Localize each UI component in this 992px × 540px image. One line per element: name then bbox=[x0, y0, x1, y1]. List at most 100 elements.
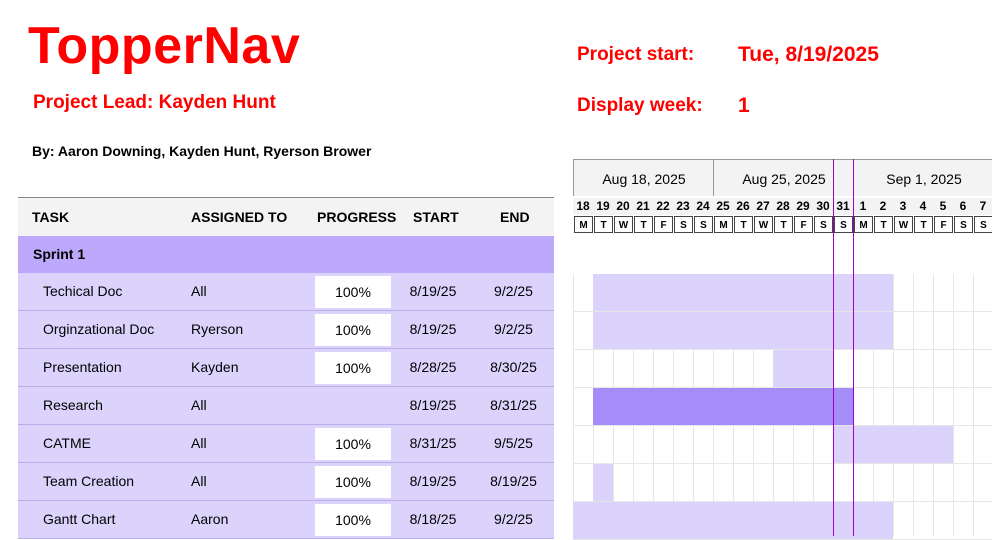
task-start[interactable]: 8/31/25 bbox=[393, 425, 473, 462]
task-progress[interactable]: 100% bbox=[315, 428, 391, 460]
app-title: TopperNav bbox=[28, 17, 301, 75]
day-letter: W bbox=[754, 216, 773, 233]
day-number: 27 bbox=[753, 198, 773, 215]
task-start[interactable]: 8/19/25 bbox=[393, 463, 473, 500]
task-row[interactable]: Research All 8/19/25 8/31/25 bbox=[18, 387, 554, 425]
task-end[interactable]: 9/2/25 bbox=[473, 501, 554, 538]
task-start[interactable]: 8/19/25 bbox=[393, 387, 473, 424]
task-end[interactable]: 8/19/25 bbox=[473, 463, 554, 500]
day-number: 1 bbox=[853, 198, 873, 215]
gantt-bar[interactable] bbox=[833, 426, 953, 463]
gantt-bar[interactable] bbox=[593, 464, 613, 501]
task-assigned[interactable]: Aaron bbox=[191, 501, 228, 538]
day-number: 24 bbox=[693, 198, 713, 215]
grid-column bbox=[973, 274, 974, 536]
task-assigned[interactable]: All bbox=[191, 273, 207, 310]
day-letter: M bbox=[714, 216, 733, 233]
day-number: 18 bbox=[573, 198, 593, 215]
day-letter: T bbox=[774, 216, 793, 233]
day-number: 7 bbox=[973, 198, 992, 215]
grid-column bbox=[953, 274, 954, 536]
day-number: 4 bbox=[913, 198, 933, 215]
display-week-label: Display week: bbox=[577, 95, 703, 116]
project-start-label: Project start: bbox=[577, 44, 695, 65]
task-end[interactable]: 9/2/25 bbox=[473, 311, 554, 348]
task-progress[interactable]: 100% bbox=[315, 352, 391, 384]
day-number: 26 bbox=[733, 198, 753, 215]
gantt-bar[interactable] bbox=[573, 502, 893, 539]
task-name[interactable]: Team Creation bbox=[43, 463, 134, 500]
day-letter: F bbox=[794, 216, 813, 233]
day-number: 23 bbox=[673, 198, 693, 215]
task-end[interactable]: 9/5/25 bbox=[473, 425, 554, 462]
day-letter: W bbox=[614, 216, 633, 233]
project-lead: Project Lead: Kayden Hunt bbox=[33, 92, 276, 113]
display-week-value[interactable]: 1 bbox=[738, 94, 750, 118]
task-progress[interactable]: 100% bbox=[315, 466, 391, 498]
task-progress[interactable]: 100% bbox=[315, 276, 391, 308]
task-end[interactable]: 8/30/25 bbox=[473, 349, 554, 386]
day-letter: T bbox=[874, 216, 893, 233]
project-start-value[interactable]: Tue, 8/19/2025 bbox=[738, 43, 879, 67]
day-number: 29 bbox=[793, 198, 813, 215]
gantt-chart: Aug 18, 2025 Aug 25, 2025 Sep 1, 2025 18… bbox=[573, 159, 992, 540]
day-number: 19 bbox=[593, 198, 613, 215]
task-row[interactable]: Orginzational Doc Ryerson 100% 8/19/25 9/2/2… bbox=[18, 311, 554, 349]
task-start[interactable]: 8/28/25 bbox=[393, 349, 473, 386]
day-number: 25 bbox=[713, 198, 733, 215]
authors-line: By: Aaron Downing, Kayden Hunt, Ryerson … bbox=[32, 143, 372, 159]
task-name[interactable]: Orginzational Doc bbox=[43, 311, 154, 348]
task-progress[interactable]: 100% bbox=[315, 314, 391, 346]
task-row[interactable]: Techical Doc All 100% 8/19/25 9/2/25 bbox=[18, 273, 554, 311]
task-name[interactable]: Research bbox=[43, 387, 103, 424]
day-letter: S bbox=[694, 216, 713, 233]
task-assigned[interactable]: Ryerson bbox=[191, 311, 243, 348]
task-end[interactable]: 9/2/25 bbox=[473, 273, 554, 310]
column-task: TASK bbox=[32, 209, 70, 225]
task-start[interactable]: 8/19/25 bbox=[393, 311, 473, 348]
task-end[interactable]: 8/31/25 bbox=[473, 387, 554, 424]
today-marker-line bbox=[853, 159, 854, 536]
day-letter: S bbox=[674, 216, 693, 233]
week-header: Aug 18, 2025 bbox=[573, 159, 714, 196]
day-letter: W bbox=[894, 216, 913, 233]
day-number: 28 bbox=[773, 198, 793, 215]
task-assigned[interactable]: All bbox=[191, 425, 207, 462]
task-start[interactable]: 8/19/25 bbox=[393, 273, 473, 310]
task-progress[interactable]: 100% bbox=[315, 504, 391, 536]
day-letter: S bbox=[954, 216, 973, 233]
today-marker-line bbox=[833, 159, 834, 536]
day-number: 31 bbox=[833, 198, 853, 215]
task-progress[interactable] bbox=[315, 387, 391, 424]
task-name[interactable]: CATME bbox=[43, 425, 91, 462]
task-name[interactable]: Presentation bbox=[43, 349, 122, 386]
task-row[interactable]: Presentation Kayden 100% 8/28/25 8/30/25 bbox=[18, 349, 554, 387]
gantt-bar[interactable] bbox=[773, 350, 833, 387]
sprint-group-row[interactable]: Sprint 1 bbox=[18, 236, 554, 273]
grid-column bbox=[913, 274, 914, 536]
gantt-bar[interactable] bbox=[593, 274, 893, 311]
day-letter: T bbox=[914, 216, 933, 233]
day-letter: F bbox=[654, 216, 673, 233]
sprint-label: Sprint 1 bbox=[33, 246, 86, 262]
gantt-bar[interactable] bbox=[593, 312, 893, 349]
day-letter: T bbox=[634, 216, 653, 233]
task-start[interactable]: 8/18/25 bbox=[393, 501, 473, 538]
task-assigned[interactable]: All bbox=[191, 463, 207, 500]
task-assigned[interactable]: Kayden bbox=[191, 349, 238, 386]
day-letter: S bbox=[834, 216, 853, 233]
task-name[interactable]: Gantt Chart bbox=[43, 501, 115, 538]
task-row[interactable]: CATME All 100% 8/31/25 9/5/25 bbox=[18, 425, 554, 463]
task-row[interactable]: Gantt Chart Aaron 100% 8/18/25 9/2/25 bbox=[18, 501, 554, 539]
task-row[interactable]: Team Creation All 100% 8/19/25 8/19/25 bbox=[18, 463, 554, 501]
task-assigned[interactable]: All bbox=[191, 387, 207, 424]
day-letter: M bbox=[574, 216, 593, 233]
day-number: 3 bbox=[893, 198, 913, 215]
gantt-bar[interactable] bbox=[593, 388, 853, 425]
day-letter: S bbox=[974, 216, 992, 233]
day-number: 21 bbox=[633, 198, 653, 215]
column-assigned-to: ASSIGNED TO bbox=[191, 209, 288, 225]
task-name[interactable]: Techical Doc bbox=[43, 273, 122, 310]
task-table-header: TASK ASSIGNED TO PROGRESS START END bbox=[18, 197, 554, 237]
column-progress: PROGRESS bbox=[317, 209, 397, 225]
